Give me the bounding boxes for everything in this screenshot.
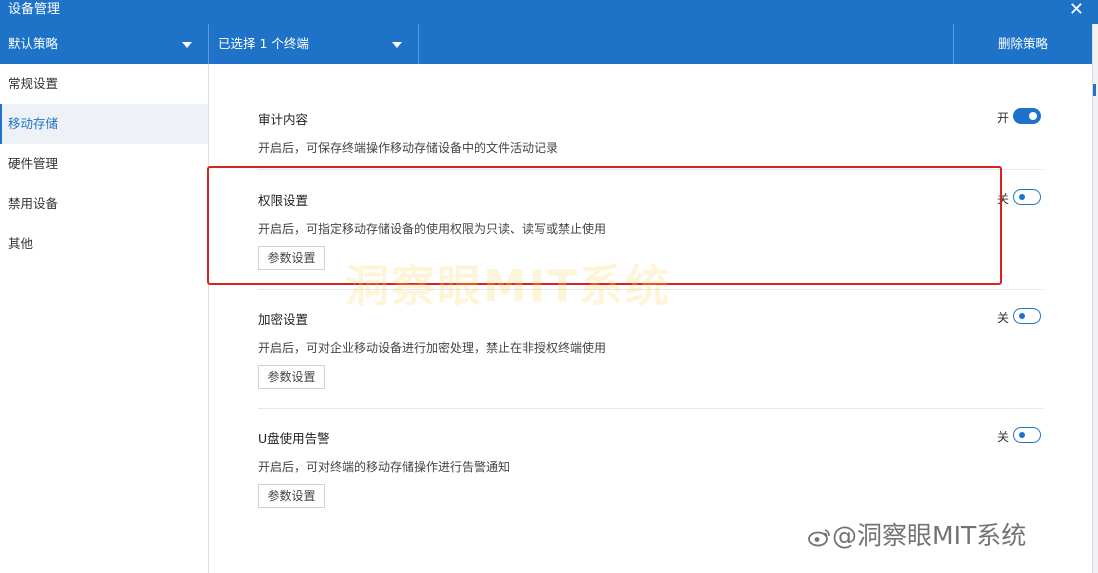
caret-down-icon — [182, 42, 192, 48]
toggle-knob — [1019, 194, 1025, 200]
edge-mark — [1093, 84, 1098, 96]
toggle-knob — [1029, 112, 1037, 120]
terminal-dropdown[interactable]: 已选择 1 个终端 — [218, 24, 418, 64]
section-divider — [258, 408, 1043, 409]
sidebar-item-general[interactable]: 常规设置 — [0, 64, 208, 104]
encryption-settings-section: 加密设置 开启后，可对企业移动设备进行加密处理，禁止在非授权终端使用 参数设置 … — [258, 308, 1043, 409]
settings-content: 审计内容 开启后，可保存终端操作移动存储设备中的文件活动记录 开 权限设置 开启… — [210, 64, 1092, 573]
terminal-dropdown-label: 已选择 1 个终端 — [218, 36, 309, 51]
section-title: 加密设置 — [258, 312, 309, 327]
policy-toolbar: 默认策略 已选择 1 个终端 删除策略 — [0, 24, 1092, 64]
toggle-state-label: 关 — [996, 311, 1009, 325]
toolbar-divider — [418, 24, 419, 64]
section-description: 开启后，可保存终端操作移动存储设备中的文件活动记录 — [258, 141, 559, 155]
sidebar-item-removable-storage[interactable]: 移动存储 — [0, 104, 208, 144]
section-description: 开启后，可对终端的移动存储操作进行告警通知 — [258, 460, 511, 474]
audit-content-section: 审计内容 开启后，可保存终端操作移动存储设备中的文件活动记录 开 — [258, 108, 1043, 170]
center-watermark: 洞察眼MIT系统 — [345, 261, 672, 312]
section-title: 审计内容 — [258, 112, 309, 127]
corner-watermark: @洞察眼MIT系统 — [808, 516, 1026, 552]
section-description: 开启后，可对企业移动设备进行加密处理，禁止在非授权终端使用 — [258, 341, 607, 355]
delete-policy-button[interactable]: 删除策略 — [954, 24, 1092, 64]
toggle-state-label: 开 — [996, 111, 1009, 125]
permission-toggle[interactable] — [1013, 189, 1041, 205]
policy-dropdown-label: 默认策略 — [8, 36, 59, 51]
audit-toggle[interactable] — [1013, 108, 1041, 124]
usb-alert-toggle[interactable] — [1013, 427, 1041, 443]
usb-alert-section: U盘使用告警 开启后，可对终端的移动存储操作进行告警通知 参数设置 关 — [258, 427, 1043, 518]
corner-watermark-text: @洞察眼MIT系统 — [832, 521, 1027, 550]
toolbar-divider — [208, 24, 209, 64]
policy-dropdown[interactable]: 默认策略 — [8, 24, 208, 64]
sidebar: 常规设置 移动存储 硬件管理 禁用设备 其他 — [0, 64, 209, 573]
caret-down-icon — [392, 42, 402, 48]
encryption-toggle[interactable] — [1013, 308, 1041, 324]
section-title: U盘使用告警 — [258, 431, 330, 446]
toggle-knob — [1019, 432, 1025, 438]
sidebar-item-other[interactable]: 其他 — [0, 224, 208, 264]
title-bar: 设备管理 ✕ — [0, 0, 1098, 24]
close-icon[interactable]: ✕ — [1069, 0, 1084, 21]
device-management-window: 设备管理 ✕ 默认策略 已选择 1 个终端 删除策略 常规设置 移动存储 硬件管… — [0, 0, 1098, 573]
toggle-knob — [1019, 313, 1025, 319]
encryption-params-button[interactable]: 参数设置 — [258, 365, 325, 389]
sidebar-item-hardware[interactable]: 硬件管理 — [0, 144, 208, 184]
sidebar-item-disabled-devices[interactable]: 禁用设备 — [0, 184, 208, 224]
background-panel-edge — [1092, 24, 1098, 573]
window-title: 设备管理 — [8, 2, 61, 17]
toggle-state-label: 关 — [996, 430, 1009, 444]
weibo-icon — [808, 529, 830, 547]
usb-alert-params-button[interactable]: 参数设置 — [258, 484, 325, 508]
